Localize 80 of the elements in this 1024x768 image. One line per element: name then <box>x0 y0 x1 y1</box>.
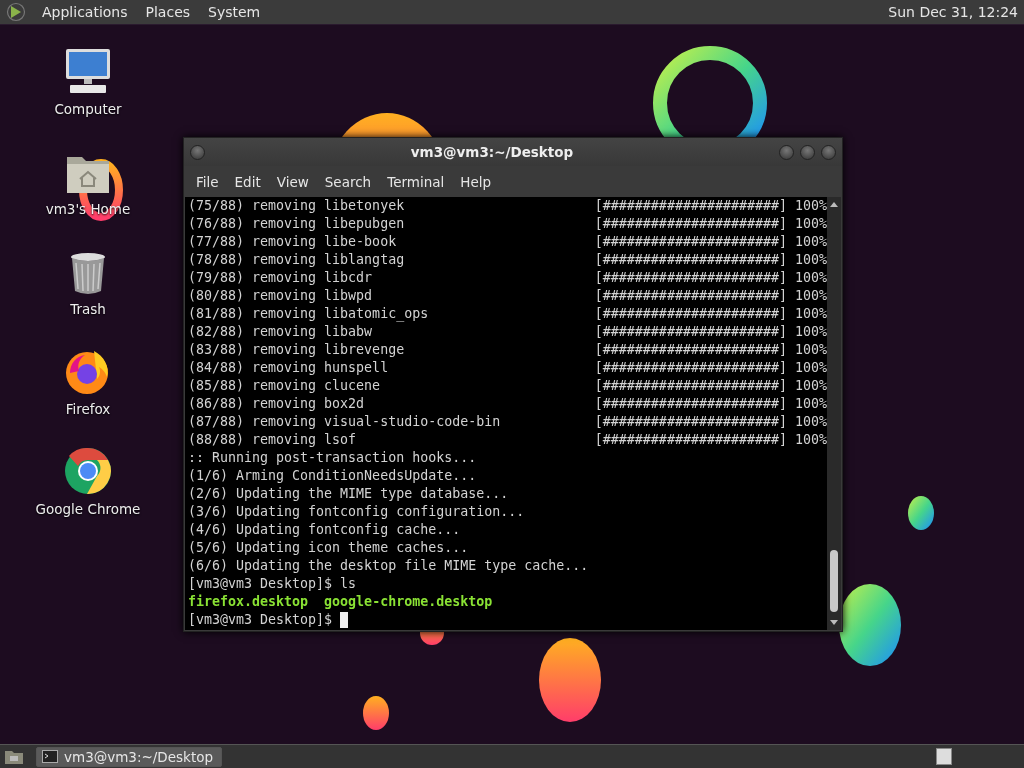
progress-percent: 100% <box>794 215 827 233</box>
progress-bar-text: [######################] <box>594 323 787 341</box>
progress-bar-text: [######################] <box>594 431 787 449</box>
window-menu-button[interactable] <box>190 144 205 160</box>
chrome-icon <box>64 447 112 495</box>
progress-percent: 100% <box>794 377 827 395</box>
progress-percent: 100% <box>794 287 827 305</box>
progress-percent: 100% <box>794 359 827 377</box>
terminal-line: (4/6) Updating fontconfig cache... <box>188 521 461 539</box>
terminal-line: [vm3@vm3 Desktop]$ ls <box>188 575 357 593</box>
terminal-line: (77/88) removing libe-book <box>188 233 398 251</box>
clock[interactable]: Sun Dec 31, 12:24 <box>888 4 1018 20</box>
progress-bar-text: [######################] <box>594 305 787 323</box>
terminal-line: (81/88) removing libatomic_ops <box>188 305 430 323</box>
terminal-line: (76/88) removing libepubgen <box>188 215 406 233</box>
panel-menu[interactable]: Places <box>143 4 193 20</box>
progress-bar-text: [######################] <box>594 251 787 269</box>
desktop-icon-label[interactable]: Firefox <box>65 401 111 417</box>
menu-item[interactable]: Help <box>452 173 500 190</box>
show-desktop-icon[interactable] <box>4 748 24 765</box>
file-name: google-chrome.desktop <box>324 593 493 611</box>
terminal-line: (86/88) removing box2d <box>188 395 366 413</box>
progress-bar-text: [######################] <box>594 341 787 359</box>
progress-percent: 100% <box>794 233 827 251</box>
scrollbar[interactable] <box>827 197 841 630</box>
progress-percent: 100% <box>794 251 827 269</box>
terminal-line: (5/6) Updating icon theme caches... <box>188 539 469 557</box>
terminal-line: (88/88) removing lsof <box>188 431 358 449</box>
terminal-line: (1/6) Arming ConditionNeedsUpdate... <box>188 467 477 485</box>
terminal-line: (85/88) removing clucene <box>188 377 382 395</box>
progress-percent: 100% <box>794 323 827 341</box>
terminal-line: (79/88) removing libcdr <box>188 269 374 287</box>
terminal-line: :: Running post-transaction hooks... <box>188 449 477 467</box>
panel-menu[interactable]: System <box>206 4 263 20</box>
menu-item[interactable]: Terminal <box>379 173 453 190</box>
terminal-line: (87/88) removing visual-studio-code-bin <box>188 413 502 431</box>
progress-percent: 100% <box>794 431 827 449</box>
terminal-icon <box>42 750 58 763</box>
terminal-line: (84/88) removing hunspell <box>188 359 390 377</box>
panel-menu[interactable]: Applications <box>40 4 130 20</box>
desktop-icon-label[interactable]: Google Chrome <box>35 501 141 517</box>
progress-bar-text: [######################] <box>594 233 787 251</box>
progress-bar-text: [######################] <box>594 215 787 233</box>
menu-item[interactable]: Edit <box>226 173 269 190</box>
terminal-line: (3/6) Updating fontconfig configuration... <box>188 503 525 521</box>
minimize-button[interactable] <box>779 144 794 160</box>
menu-logo-icon[interactable] <box>6 2 26 22</box>
workspace-switcher[interactable] <box>936 748 952 765</box>
shell-prompt: [vm3@vm3 Desktop]$ <box>188 611 333 629</box>
progress-percent: 100% <box>794 269 827 287</box>
menu-item[interactable]: View <box>268 173 317 190</box>
terminal-line: (80/88) removing libwpd <box>188 287 374 305</box>
progress-bar-text: [######################] <box>594 395 787 413</box>
terminal-line: (83/88) removing librevenge <box>188 341 406 359</box>
window-title: vm3@vm3:~/Desktop <box>409 144 575 160</box>
taskbar-button[interactable]: vm3@vm3:~/Desktop <box>36 746 223 767</box>
progress-bar-text: [######################] <box>594 197 787 215</box>
menu-item[interactable]: File <box>188 173 227 190</box>
desktop-icon-label[interactable]: Trash <box>70 301 106 317</box>
progress-bar-text: [######################] <box>594 359 787 377</box>
trash-icon <box>68 251 108 295</box>
progress-percent: 100% <box>794 305 827 323</box>
terminal-line: (75/88) removing libetonyek <box>188 197 406 215</box>
terminal-line: (82/88) removing libabw <box>188 323 374 341</box>
progress-bar-text: [######################] <box>594 413 787 431</box>
terminal-line: (2/6) Updating the MIME type database... <box>188 485 509 503</box>
terminal-line: (6/6) Updating the desktop file MIME type cache... <box>188 557 589 575</box>
terminal-line: (78/88) removing liblangtag <box>188 251 406 269</box>
progress-bar-text: [######################] <box>594 287 787 305</box>
progress-percent: 100% <box>794 341 827 359</box>
menu-item[interactable]: Search <box>316 173 380 190</box>
progress-bar-text: [######################] <box>594 377 787 395</box>
progress-percent: 100% <box>794 197 827 215</box>
close-button[interactable] <box>821 144 836 160</box>
desktop-icon-label[interactable]: Computer <box>54 101 122 117</box>
progress-percent: 100% <box>794 395 827 413</box>
maximize-button[interactable] <box>800 144 815 160</box>
file-name: firefox.desktop <box>188 593 309 611</box>
progress-percent: 100% <box>794 413 827 431</box>
progress-bar-text: [######################] <box>594 269 787 287</box>
